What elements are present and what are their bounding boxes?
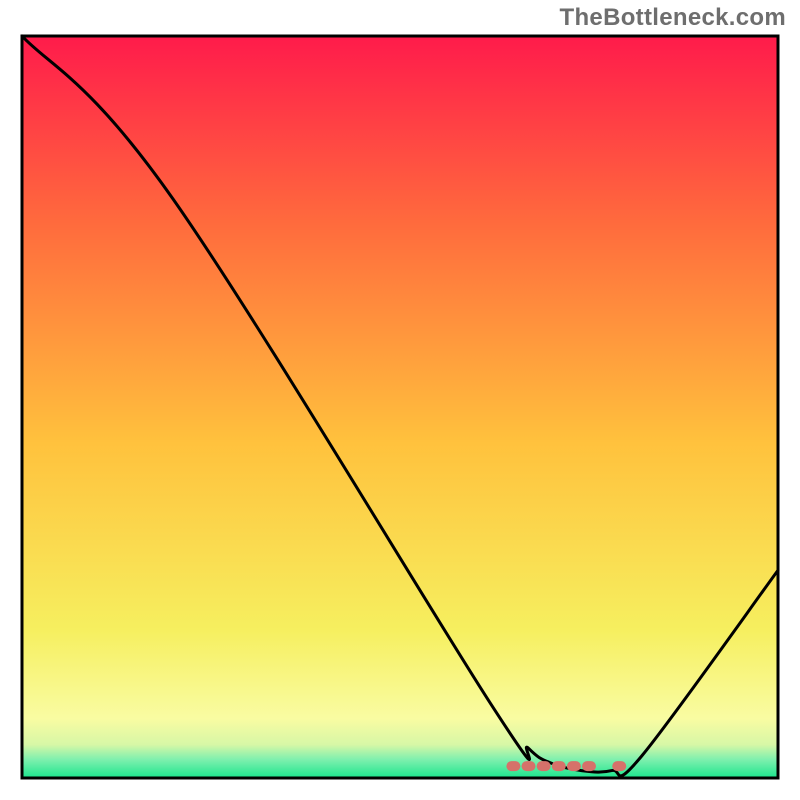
marker-dot bbox=[537, 761, 551, 771]
plot-area bbox=[20, 34, 780, 780]
marker-dot bbox=[582, 761, 596, 771]
chart-container: TheBottleneck.com bbox=[0, 0, 800, 800]
chart-svg bbox=[20, 34, 780, 780]
marker-dot bbox=[506, 761, 520, 771]
marker-dot bbox=[567, 761, 581, 771]
marker-dot bbox=[522, 761, 536, 771]
watermark-text: TheBottleneck.com bbox=[560, 4, 786, 32]
marker-dot bbox=[552, 761, 566, 771]
marker-dot bbox=[612, 761, 626, 771]
